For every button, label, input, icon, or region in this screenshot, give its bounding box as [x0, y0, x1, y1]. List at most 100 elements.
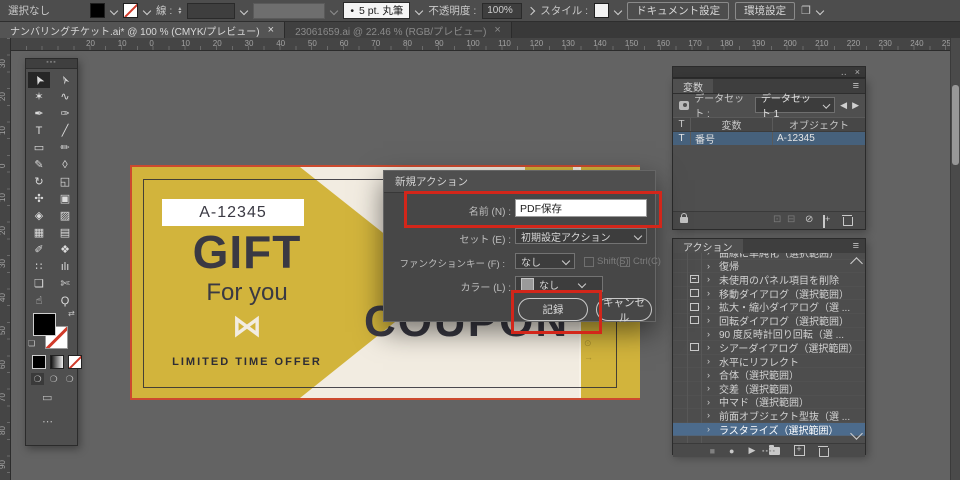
stroke-weight-stepper[interactable]: ▴▾ — [178, 7, 181, 15]
expand-chevron-icon[interactable]: › — [707, 261, 719, 271]
expand-chevron-icon[interactable]: › — [707, 370, 719, 380]
shape-builder-tool[interactable]: ◈ — [28, 208, 50, 224]
previous-dataset-icon[interactable]: ◀ — [840, 100, 847, 111]
magic-wand-tool[interactable]: ✶ — [28, 89, 50, 105]
stroke-chevron-icon[interactable] — [143, 6, 151, 14]
action-set-dropdown[interactable]: 初期設定アクション — [515, 228, 647, 244]
function-key-dropdown[interactable]: なし — [515, 253, 575, 269]
dialog-toggle-icon[interactable] — [687, 316, 701, 324]
close-tab-icon[interactable]: × — [494, 25, 500, 36]
close-panel-icon[interactable]: × — [855, 67, 860, 77]
expand-chevron-icon[interactable]: › — [707, 383, 719, 393]
column-header-type[interactable]: T — [673, 118, 691, 131]
fill-proxy-swatch[interactable] — [33, 313, 56, 336]
expand-chevron-icon[interactable]: › — [707, 424, 719, 434]
expand-chevron-icon[interactable]: › — [707, 315, 719, 325]
column-header-object[interactable]: オブジェクト — [773, 118, 865, 131]
stroke-weight-chevron-icon[interactable] — [240, 6, 248, 14]
mesh-tool[interactable]: ▦ — [28, 225, 50, 241]
play-icon[interactable]: ▶ — [748, 445, 755, 456]
swap-fill-stroke-icon[interactable]: ⇄ — [68, 309, 75, 318]
type-tool[interactable]: T — [28, 123, 50, 139]
dialog-toggle-icon[interactable] — [687, 303, 701, 311]
expand-chevron-icon[interactable]: › — [707, 356, 719, 366]
opacity-more-chevron-icon[interactable] — [527, 6, 535, 14]
expand-chevron-icon[interactable]: › — [707, 253, 719, 257]
dataset-dropdown[interactable]: データセット 1 — [755, 97, 835, 113]
new-action-icon[interactable] — [794, 445, 805, 456]
selection-tool[interactable]: ➤ — [28, 72, 50, 88]
workspace-icon[interactable]: ❐ — [801, 4, 811, 17]
stroke-weight-input[interactable] — [187, 3, 235, 19]
brush-chevron-icon[interactable] — [415, 6, 423, 14]
direct-selection-tool[interactable]: ➢ — [54, 72, 76, 88]
expand-chevron-icon[interactable]: › — [707, 342, 719, 352]
panel-menu-icon[interactable]: ≡ — [847, 239, 865, 253]
collapse-panel-icon[interactable]: ‥ — [841, 67, 847, 78]
make-object-dynamic-icon[interactable]: ⊡ — [773, 214, 781, 225]
style-swatch[interactable] — [594, 3, 609, 18]
expand-chevron-icon[interactable]: › — [707, 302, 719, 312]
document-setup-button[interactable]: ドキュメント設定 — [627, 2, 729, 20]
shift-checkbox-box[interactable] — [584, 257, 594, 267]
action-color-dropdown[interactable]: なし — [515, 276, 603, 292]
blend-tool[interactable]: ❖ — [54, 242, 76, 258]
document-scrollbar[interactable] — [950, 38, 960, 480]
panel-resize-grip[interactable]: ▪▪▪▪ — [762, 448, 776, 455]
action-row[interactable]: › ラスタライズ（選択範囲） — [673, 423, 865, 437]
tab-actions[interactable]: アクション — [673, 239, 743, 253]
toolbar-more-button[interactable]: ⋯ — [42, 415, 54, 428]
next-dataset-icon[interactable]: ▶ — [852, 100, 859, 111]
expand-chevron-icon[interactable]: › — [707, 410, 719, 420]
close-tab-icon[interactable]: × — [268, 25, 274, 36]
brush-definition-chevron-icon[interactable] — [330, 6, 338, 14]
ctrl-checkbox-box[interactable] — [620, 257, 630, 267]
brush-selector[interactable]: • 5 pt. 丸筆 — [343, 2, 410, 19]
slice-tool[interactable]: ✄ — [54, 276, 76, 292]
expand-chevron-icon[interactable]: › — [707, 329, 719, 339]
rectangle-tool[interactable]: ▭ — [28, 140, 50, 156]
document-tab-inactive[interactable]: 23061659.ai @ 22.46 % (RGB/プレビュー) × — [285, 22, 512, 38]
delete-action-icon[interactable] — [819, 446, 828, 456]
unlink-variable-icon[interactable]: ⊘ — [805, 214, 813, 225]
artboard-tool[interactable]: ❏ — [28, 276, 50, 292]
perspective-grid-tool[interactable]: ▨ — [54, 208, 76, 224]
line-segment-tool[interactable]: ╱ — [54, 123, 76, 139]
stop-icon[interactable]: ■ — [710, 446, 715, 456]
opacity-input[interactable]: 100% — [482, 3, 522, 19]
dialog-toggle-icon[interactable] — [687, 275, 701, 283]
free-transform-tool[interactable]: ▣ — [54, 191, 76, 207]
screen-mode-icon[interactable]: ▭ — [42, 391, 52, 404]
eyedropper-tool[interactable]: ✐ — [28, 242, 50, 258]
none-mode-button[interactable] — [68, 355, 82, 369]
scrollbar-thumb[interactable] — [952, 85, 959, 165]
expand-chevron-icon[interactable]: › — [707, 288, 719, 298]
camera-icon[interactable] — [679, 101, 689, 110]
brush-definition-dropdown[interactable] — [253, 3, 325, 19]
make-text-dynamic-icon[interactable]: ⊟ — [787, 214, 795, 225]
variable-row[interactable]: T 番号 A-12345 — [673, 132, 865, 145]
record-icon[interactable]: ● — [729, 446, 734, 456]
preferences-button[interactable]: 環境設定 — [735, 2, 795, 20]
lock-icon[interactable] — [680, 217, 688, 223]
dialog-toggle-icon[interactable] — [687, 343, 701, 351]
new-variable-icon[interactable] — [823, 216, 825, 227]
fill-chevron-icon[interactable] — [110, 6, 118, 14]
action-row[interactable]: › 曲線に単純化（選択範囲） — [673, 253, 865, 260]
shaper-tool[interactable]: ✎ — [28, 157, 50, 173]
style-chevron-icon[interactable] — [614, 6, 622, 14]
draw-inside-icon[interactable]: ❍ — [63, 373, 76, 385]
expand-chevron-icon[interactable]: › — [707, 397, 719, 407]
rotate-tool[interactable]: ↻ — [28, 174, 50, 190]
column-header-variable[interactable]: 変数 — [691, 118, 773, 131]
lasso-tool[interactable]: ∿ — [54, 89, 76, 105]
gradient-mode-button[interactable] — [50, 355, 64, 369]
panel-menu-icon[interactable]: ≡ — [847, 79, 865, 93]
graph-tool[interactable]: ılı — [54, 259, 76, 275]
action-name-input[interactable] — [515, 199, 647, 217]
color-mode-button[interactable] — [32, 355, 46, 369]
cancel-button[interactable]: キャンセル — [596, 298, 652, 321]
expand-chevron-icon[interactable]: › — [707, 274, 719, 284]
record-button[interactable]: 記録 — [518, 298, 588, 321]
symbol-sprayer-tool[interactable]: ∷ — [28, 259, 50, 275]
